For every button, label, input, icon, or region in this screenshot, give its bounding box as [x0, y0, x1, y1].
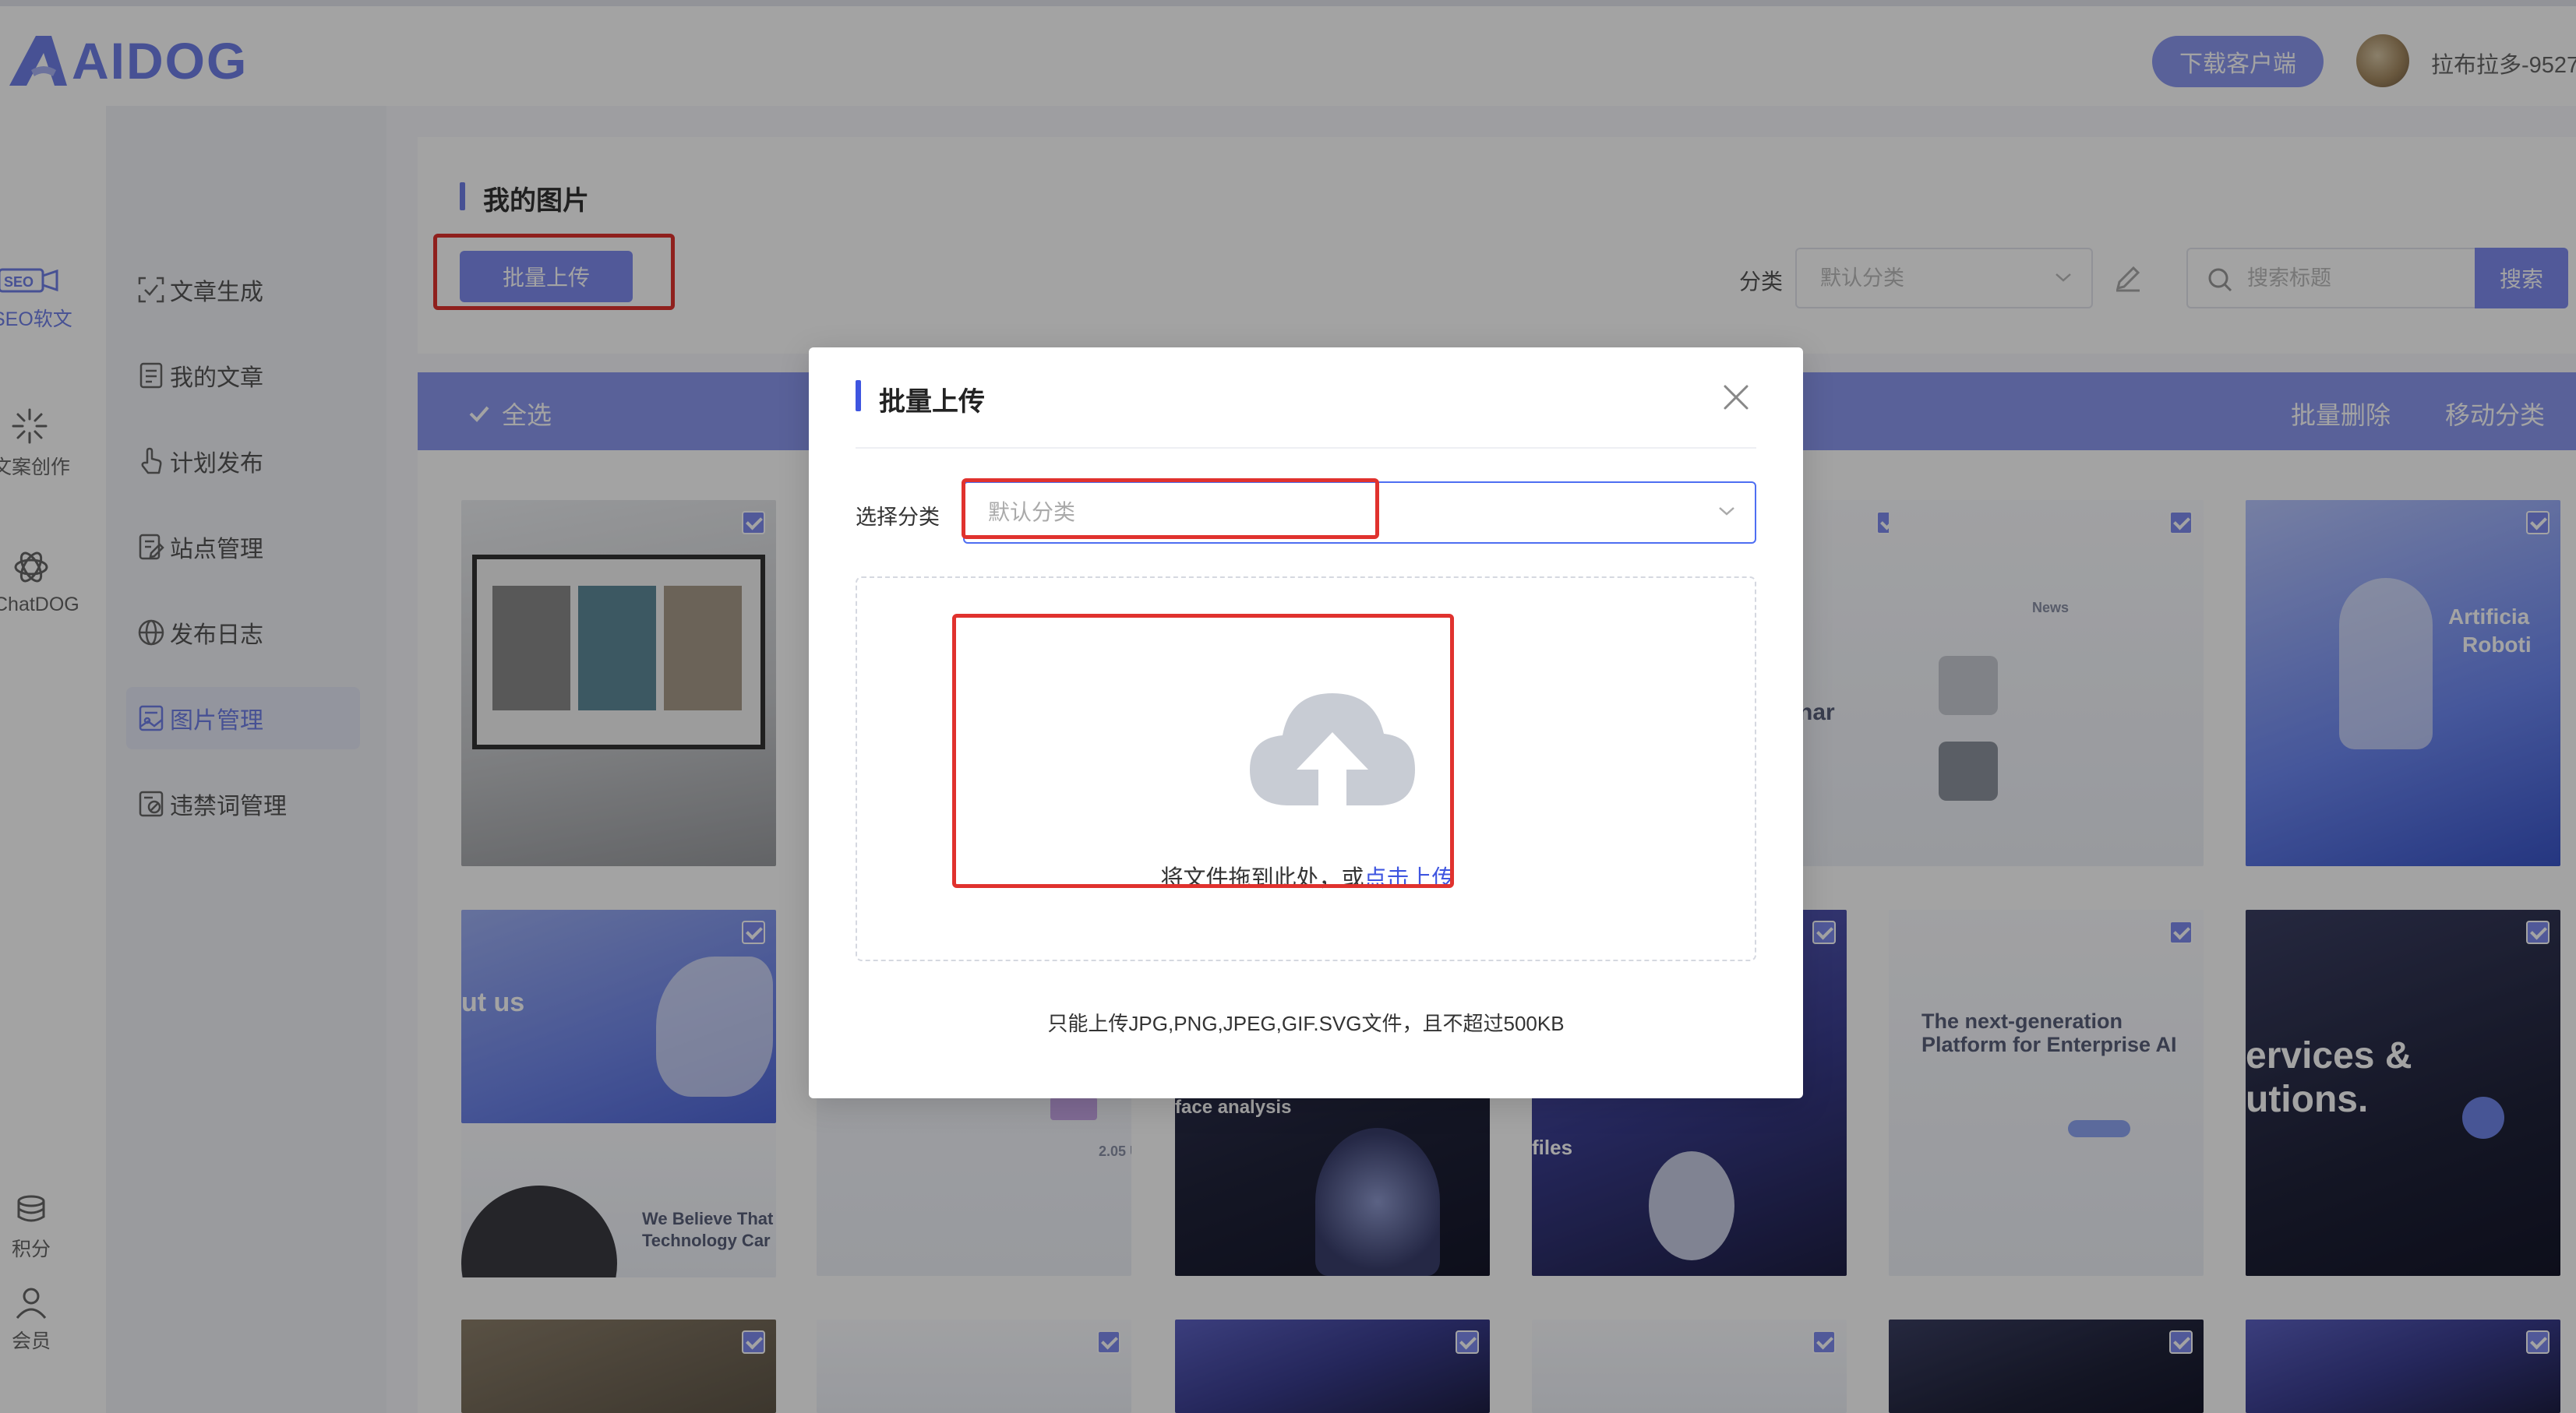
close-icon[interactable]	[1720, 382, 1752, 413]
dialog-title: 批量上传	[879, 387, 985, 417]
highlight-box-category	[962, 478, 1379, 539]
chevron-down-icon	[1719, 507, 1734, 516]
batch-upload-dialog: 批量上传 选择分类 默认分类 将文件拖到此处，或点击上传 只能上传JPG,PNG…	[809, 347, 1803, 1098]
page: AIDOG 下载客户端 拉布拉多-9527 SEO SEO软文 文案创作 Cha…	[0, 0, 2576, 1413]
select-category-label: 选择分类	[856, 506, 940, 529]
dialog-title-accent	[856, 380, 861, 411]
upload-hint: 只能上传JPG,PNG,JPEG,GIF.SVG文件，且不超过500KB	[1047, 1012, 1565, 1035]
highlight-box-dropzone	[952, 614, 1454, 888]
dialog-divider	[856, 447, 1756, 449]
